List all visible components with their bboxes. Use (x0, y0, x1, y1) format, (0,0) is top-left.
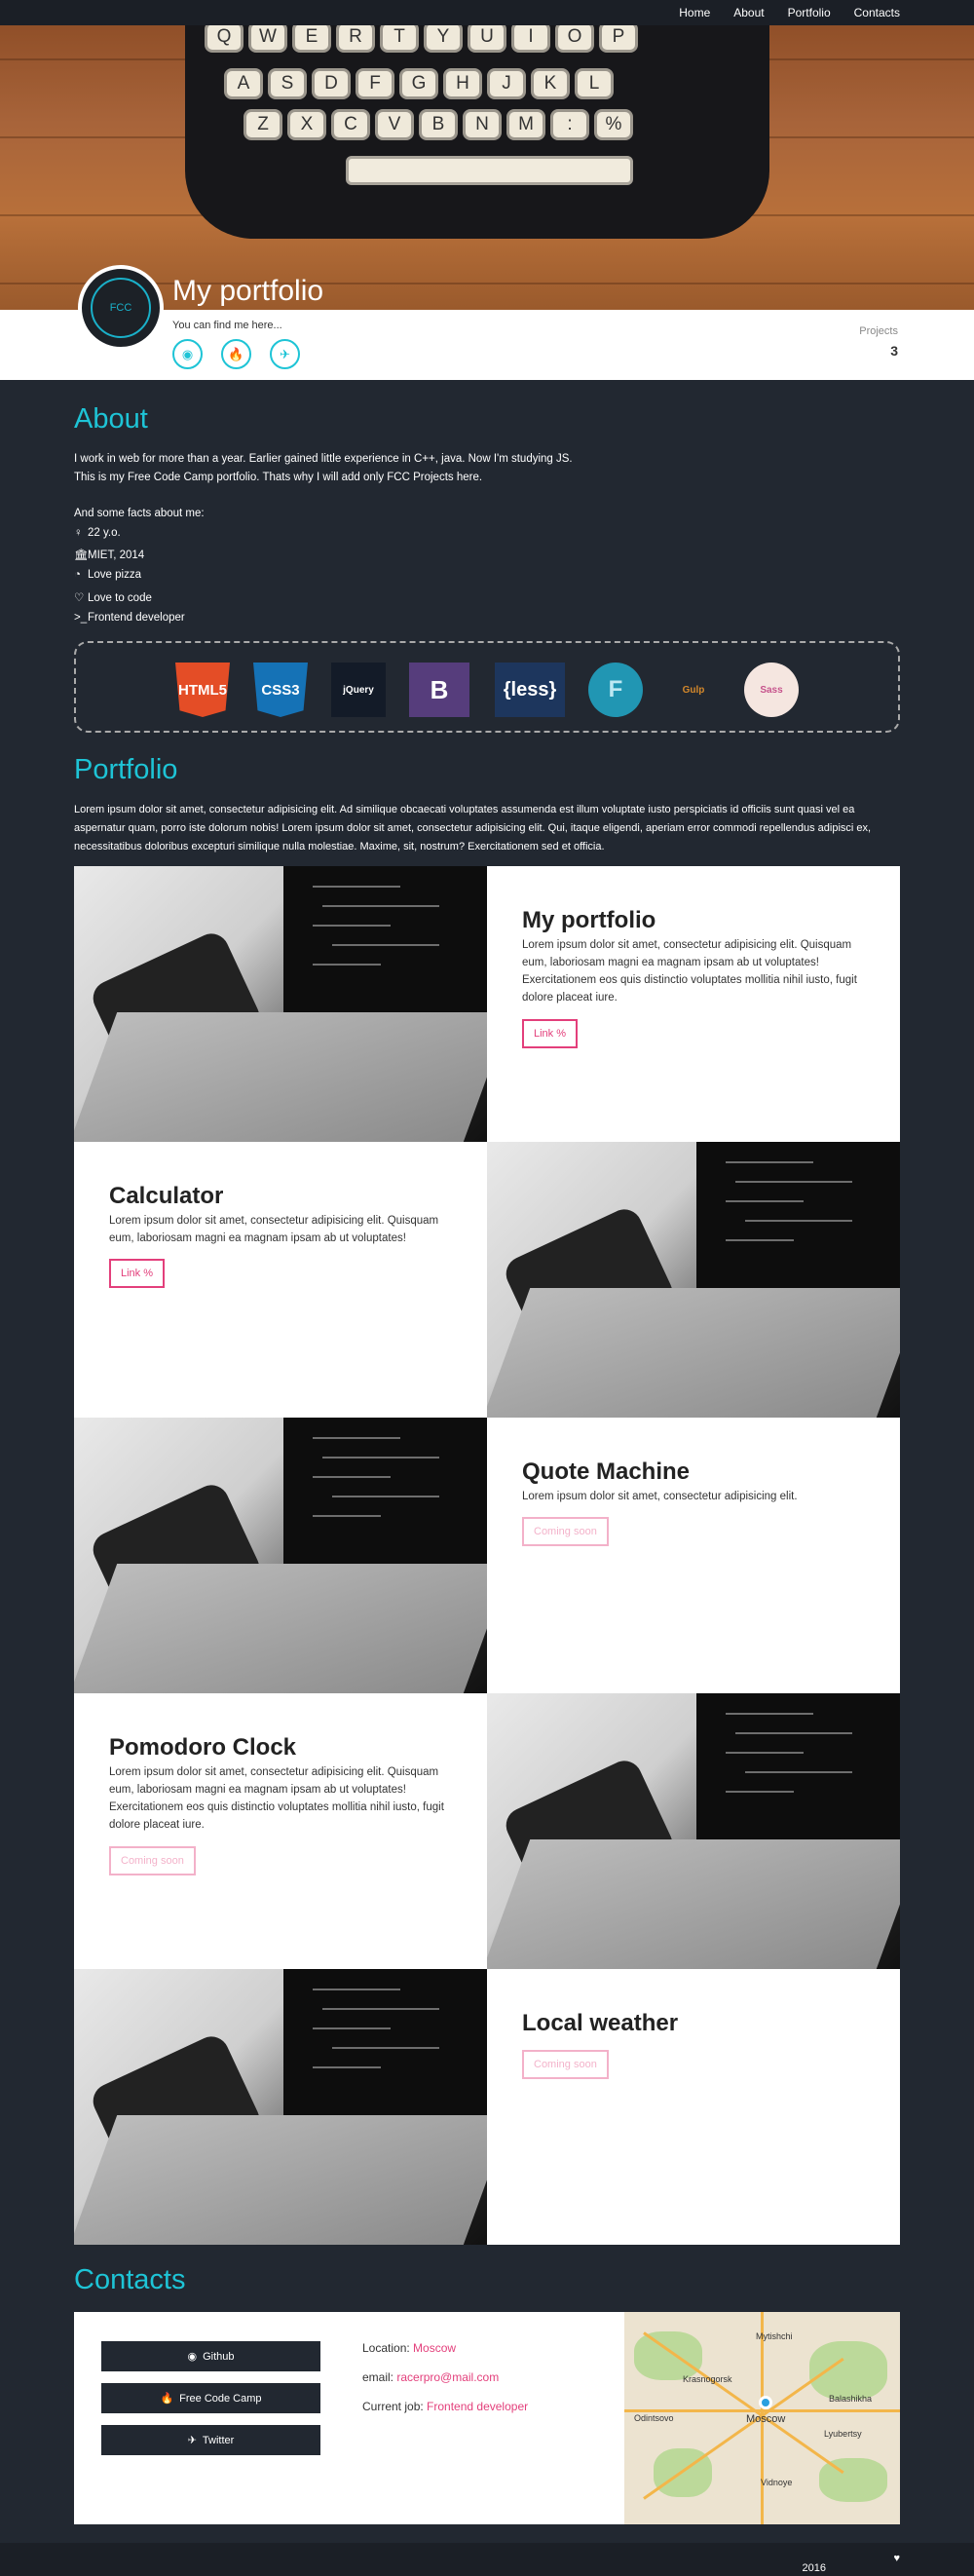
project-title: Quote Machine (522, 1458, 691, 1485)
footer-copyright: ♥ 2016 (802, 2553, 900, 2574)
project-image (74, 866, 487, 1142)
map-pin-icon (759, 2396, 772, 2409)
twitter-button[interactable]: ✈ Twitter (101, 2425, 320, 2455)
project-title: Pomodoro Clock (109, 1734, 297, 1761)
page-title: My portfolio (172, 275, 324, 307)
job-line: Current job: Frontend developer (362, 2400, 529, 2413)
facts-intro: And some facts about me: (74, 508, 205, 519)
less-icon: {less} (495, 663, 565, 717)
project-image (74, 1969, 487, 2245)
typewriter-image: Q W E R T Y U I O P A S D F G H J K L Z … (185, 0, 769, 239)
coming-soon-button[interactable]: Coming soon (522, 2050, 609, 2079)
github-icon[interactable]: ◉ (172, 339, 203, 369)
project-card: My portfolio Lorem ipsum dolor sit amet,… (487, 866, 900, 1142)
sass-icon: Sass (744, 663, 799, 717)
projects-label: Projects (859, 325, 898, 337)
project-description: Lorem ipsum dolor sit amet, consectetur … (109, 1215, 439, 1244)
fact-item: >_Frontend developer (74, 612, 185, 624)
coming-soon-button[interactable]: Coming soon (522, 1517, 609, 1546)
nav-contacts[interactable]: Contacts (854, 6, 900, 19)
gulp-icon: Gulp (682, 684, 705, 696)
location-link[interactable]: Moscow (413, 2341, 456, 2355)
avatar: FCC (78, 265, 164, 351)
freecodecamp-icon[interactable]: 🔥 (221, 339, 251, 369)
bootstrap-icon: B (409, 663, 469, 717)
project-card: Pomodoro Clock Lorem ipsum dolor sit ame… (74, 1693, 487, 1969)
foundation-icon: F (588, 663, 643, 717)
person-icon: ♀ (74, 527, 83, 539)
about-title: About (74, 403, 148, 435)
avatar-logo: FCC (91, 278, 151, 338)
about-paragraph-2: This is my Free Code Camp portfolio. Tha… (74, 472, 483, 483)
nav-home[interactable]: Home (679, 6, 710, 19)
jquery-icon: jQuery (331, 663, 386, 717)
freecodecamp-button[interactable]: 🔥 Free Code Camp (101, 2383, 320, 2413)
project-image (487, 1693, 900, 1969)
project-link-button[interactable]: Link % (109, 1259, 166, 1288)
nav-about[interactable]: About (733, 6, 764, 19)
project-card: Quote Machine Lorem ipsum dolor sit amet… (487, 1418, 900, 1693)
project-description: Lorem ipsum dolor sit amet, consectetur … (109, 1766, 444, 1831)
html5-icon: HTML5 (175, 663, 230, 717)
github-icon: ◉ (187, 2351, 198, 2363)
pizza-icon: ◔ (74, 569, 81, 581)
project-title: Local weather (522, 2010, 679, 2036)
fact-item: ♀ 22 y.o. (74, 527, 121, 539)
heart-icon: ♡ (74, 592, 85, 604)
freecodecamp-icon: 🔥 (160, 2393, 174, 2405)
project-title: Calculator (109, 1183, 224, 1209)
portfolio-title: Portfolio (74, 754, 178, 785)
location-line: Location: Moscow (362, 2341, 457, 2355)
twitter-icon[interactable]: ✈ (270, 339, 300, 369)
find-me-text: You can find me here... (172, 320, 282, 331)
project-title: My portfolio (522, 907, 656, 933)
css3-icon: CSS3 (253, 663, 308, 717)
about-paragraph-1: I work in web for more than a year. Earl… (74, 453, 573, 465)
coming-soon-button[interactable]: Coming soon (109, 1846, 196, 1875)
fact-item: 🏛MIET, 2014 (74, 549, 145, 561)
tech-stack-box: HTML5 CSS3 jQuery B {less} F Gulp Sass (74, 641, 900, 733)
project-description: Lorem ipsum dolor sit amet, consectetur … (522, 939, 857, 1004)
email-line: email: racerpro@mail.com (362, 2370, 500, 2384)
footer: ♥ 2016 (0, 2543, 974, 2576)
job-link[interactable]: Frontend developer (427, 2400, 528, 2413)
hero-banner: Q W E R T Y U I O P A S D F G H J K L Z … (0, 0, 974, 310)
university-icon: 🏛 (74, 549, 89, 561)
projects-count: 3 (890, 343, 898, 359)
project-link-button[interactable]: Link % (522, 1019, 579, 1048)
portfolio-description: Lorem ipsum dolor sit amet, consectetur … (74, 804, 872, 852)
github-button[interactable]: ◉ Github (101, 2341, 320, 2371)
contacts-card: ◉ Github 🔥 Free Code Camp ✈ Twitter Locatio… (74, 2312, 900, 2524)
project-card: Local weather Coming soon (487, 1969, 900, 2245)
location-map[interactable]: Mytishchi Krasnogorsk Moscow Balashikha … (624, 2312, 900, 2524)
project-image (74, 1418, 487, 1693)
contacts-title: Contacts (74, 2264, 186, 2295)
nav-portfolio[interactable]: Portfolio (788, 6, 831, 19)
project-card: Calculator Lorem ipsum dolor sit amet, c… (74, 1142, 487, 1418)
twitter-icon: ✈ (187, 2435, 197, 2446)
fact-item: ♡ Love to code (74, 592, 152, 604)
fact-item: ◔ Love pizza (74, 569, 141, 581)
email-link[interactable]: racerpro@mail.com (396, 2370, 499, 2384)
project-description: Lorem ipsum dolor sit amet, consectetur … (522, 1491, 798, 1502)
top-nav: Home About Portfolio Contacts (0, 0, 974, 25)
terminal-icon: >_ (74, 612, 88, 624)
project-image (487, 1142, 900, 1418)
